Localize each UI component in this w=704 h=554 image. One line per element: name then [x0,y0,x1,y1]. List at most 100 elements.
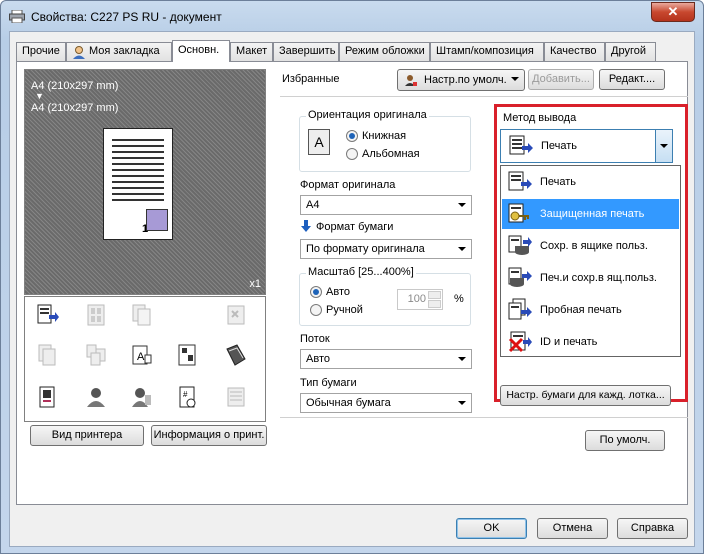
tray-paper-settings-label: Настр. бумаги для кажд. лотка... [506,389,665,401]
zoom-label: Масштаб [25...400%] [306,266,416,278]
tab-basic[interactable]: Основн. [172,40,230,62]
page-settings-icon[interactable]: # [177,385,199,409]
spin-down-icon[interactable] [428,300,441,308]
printer-icon [9,10,25,23]
zoom-manual-radio[interactable] [310,304,322,316]
printer-info-button[interactable]: Информация о принт. [151,425,267,446]
paper-type-dropdown[interactable]: Обычная бумага [300,393,472,413]
tab-quality[interactable]: Качество [544,42,605,61]
spin-up-icon[interactable] [428,291,441,299]
zoom-auto-label: Авто [326,286,350,298]
svg-text:#: # [183,390,188,399]
copies-icon[interactable] [37,343,59,367]
printer-view-button[interactable]: Вид принтера [30,425,144,446]
portrait-radio[interactable] [346,130,358,142]
option-save-in-user-box-label: Сохр. в ящике польз. [540,240,648,252]
window-title: Свойства: C227 PS RU - документ [31,10,222,24]
cancel-label: Отмена [552,522,593,534]
ok-label: OK [483,522,500,534]
dropdown-button[interactable] [655,130,672,162]
collate-icon[interactable] [85,343,107,367]
page-preview: A4 (210x297 mm) ▼ A4 (210x297 mm) 1 x1 [24,69,266,295]
tab-layout[interactable]: Макет [230,42,273,61]
zoom-manual-label: Ручной [326,304,363,316]
option-print[interactable]: Печать [502,167,679,197]
tray-dropdown[interactable]: Авто [300,349,472,369]
zoom-group [299,273,471,326]
favorites-label: Избранные [282,73,340,85]
staple-icon[interactable] [225,303,247,327]
booklet-icon[interactable] [177,343,199,367]
settings-user-icon [405,75,417,86]
print-icon [508,171,532,191]
arrow-down-icon [301,220,311,232]
portrait-label: Книжная [362,130,407,142]
n-up-icon[interactable] [85,303,107,327]
tab-finishing[interactable]: Завершить [273,42,339,61]
original-size-value: A4 [306,199,320,211]
original-size-dropdown[interactable]: A4 [300,195,472,215]
tab-stamp-composition[interactable]: Штамп/композиция [430,42,544,61]
id-print-icon [508,331,532,353]
secure-print-icon [508,203,529,223]
option-save-in-user-box[interactable]: Сохр. в ящике польз. [502,231,679,261]
document-icon[interactable] [37,385,59,409]
help-label: Справка [630,522,675,534]
edit-favorite-button[interactable]: Редакт.... [599,69,665,90]
paper-size-value: По формату оригинала [306,243,425,255]
user-icon [73,46,85,59]
svg-text:A: A [137,351,145,363]
option-proof-print[interactable]: Пробная печать [502,295,679,325]
account-track-icon[interactable] [131,385,153,409]
page-thumbnail: 1 [103,128,173,240]
help-button[interactable]: Справка [617,518,688,539]
orientation-label: Ориентация оригинала [306,109,429,121]
fold-icon[interactable] [225,343,247,367]
option-print-and-save[interactable]: Печ.и сохр.в ящ.польз. [502,263,679,293]
tray-label: Поток [300,333,330,345]
paper-size-preview-label: A4 (210x297 mm) [31,102,119,114]
tray-value: Авто [306,353,330,365]
user-auth-icon[interactable] [85,385,107,409]
image-placeholder-icon [146,209,168,231]
print-output-icon[interactable] [37,303,59,327]
landscape-label: Альбомная [362,148,420,160]
paper-size-dropdown[interactable]: По формату оригинала [300,239,472,259]
defaults-label: По умолч. [599,434,651,446]
output-method-dropdown[interactable]: Печать [500,129,673,163]
cancel-button[interactable]: Отмена [537,518,608,539]
option-id-and-print[interactable]: ID и печать [502,327,679,357]
add-favorite-label: Добавить... [532,73,590,85]
duplex-icon[interactable] [131,303,153,327]
tray-paper-settings-button[interactable]: Настр. бумаги для кажд. лотка... [500,385,671,406]
printer-view-label: Вид принтера [51,429,123,441]
paper-size-label: Формат бумаги [316,221,394,233]
option-secure-print[interactable]: Защищенная печать [502,199,679,229]
print-and-save-icon [508,267,532,287]
close-button[interactable]: ✕ [651,2,695,22]
dialog-window: Свойства: C227 PS RU - документ ✕ Прочие… [0,0,704,554]
zoom-auto-radio[interactable] [310,286,322,298]
zoom-value-field[interactable]: 100 [397,289,443,310]
favorites-dropdown[interactable]: Настр.по умолч. [397,69,525,91]
original-size-label: Формат оригинала [300,179,396,191]
option-print-label: Печать [540,176,577,188]
proof-print-icon [508,298,532,320]
offset-icon[interactable]: A [131,343,153,367]
defaults-button[interactable]: По умолч. [585,430,665,451]
function-icon-grid: A # [24,296,266,422]
output-method-options-list: Печать Защищенная печать Сохр. в ящике п… [500,165,681,357]
add-favorite-button[interactable]: Добавить... [528,69,594,90]
down-arrow-icon: ▼ [35,91,44,101]
paper-type-label: Тип бумаги [300,377,357,389]
original-size-preview-label: A4 (210x297 mm) [31,80,119,92]
tab-my-tab-label: Моя закладка [89,45,160,57]
tab-other[interactable]: Прочие [16,42,66,61]
landscape-radio[interactable] [346,148,358,160]
tab-cover-mode[interactable]: Режим обложки [339,42,430,61]
stack-icon[interactable] [225,385,247,409]
tab-my-tab[interactable]: Моя закладка [66,42,172,61]
ok-button[interactable]: OK [456,518,527,539]
tab-other-settings[interactable]: Другой [605,42,656,61]
option-secure-print-label: Защищенная печать [540,208,645,220]
